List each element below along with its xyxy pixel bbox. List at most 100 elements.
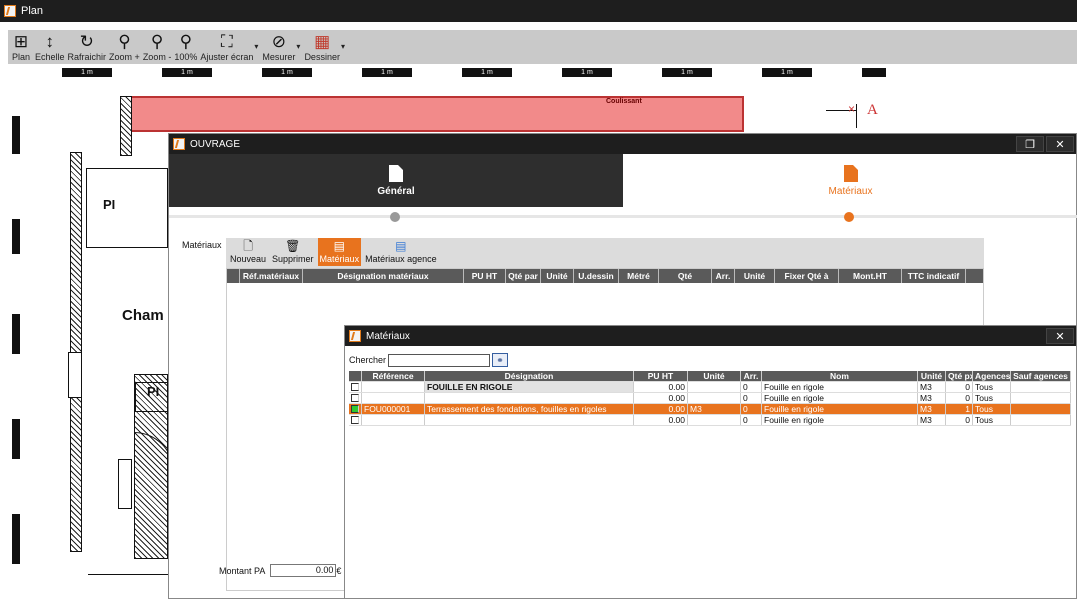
fit-screen-button[interactable]: ⛶ Ajuster écran [200,30,253,63]
ouvrage-titlebar: OUVRAGE ❐ ✕ [169,134,1076,154]
mesurer-button[interactable]: ⊘ Mesurer [262,30,295,63]
restore-button[interactable]: ❐ [1016,136,1044,152]
table-row[interactable]: 0.00 0 Fouille en rigole M3 0 Tous [349,393,1071,404]
grid-header-cell[interactable]: Unité [735,269,775,283]
table-row[interactable]: FOUILLE EN RIGOLE 0.00 0 Fouille en rigo… [349,382,1071,393]
row-select[interactable] [349,393,362,403]
popup-close-button[interactable]: ✕ [1046,328,1074,344]
grid-header-cell[interactable]: TTC indicatif [902,269,966,283]
montant-pa-field[interactable]: 0.00 [270,564,337,577]
dessiner-button[interactable]: ▦ Dessiner [304,30,340,63]
search-button[interactable]: ⚭ [492,353,509,367]
point-marker-label: A [867,102,878,118]
fit-screen-dropdown[interactable]: ▾ [254,42,258,51]
tab-materiaux[interactable]: Matériaux [623,154,1077,207]
rafraichir-button[interactable]: ↻ Rafraichir [68,30,107,63]
cote-line [856,104,857,128]
search-input[interactable] [388,353,491,367]
table-header-select [349,371,362,381]
row-select[interactable] [349,382,362,392]
ruler-segment: 1 m [362,68,412,77]
table-header-cell[interactable]: Désignation [425,371,634,381]
cell-reference [362,393,425,403]
tab-general[interactable]: Général [169,154,623,207]
refresh-icon: ↻ [79,31,94,51]
grid-header-select [227,269,240,283]
cell-sauf-agences [1011,404,1071,414]
cell-arr: 0 [741,393,762,403]
grid-header-cell[interactable]: Désignation matériaux [303,269,464,283]
materiaux-agence-button[interactable]: ▤ Matériaux agence [363,238,439,266]
zoom-100-button[interactable]: ⚲ 100% [174,30,197,63]
nouveau-label: Nouveau [230,254,267,264]
cell-pu-ht: 0.00 [634,404,688,414]
wall-segment [12,116,20,154]
grid-header-cell[interactable]: U.dessin [574,269,619,283]
grid-header-cell[interactable]: Métré [619,269,659,283]
plan-toolbar: ⊞ Plan ↕ Echelle ↻ Rafraichir ⚲ Zoom + ⚲… [8,30,1077,64]
cell-sauf-agences [1011,382,1071,392]
ouvrage-title: OUVRAGE [190,138,241,150]
zoom-in-button[interactable]: ⚲ Zoom + [109,30,140,63]
table-header-cell[interactable]: Unité [918,371,946,381]
app-title: Plan [21,5,44,17]
cell-unite: M3 [918,415,946,425]
montant-pa-label: Montant PA [219,565,266,576]
row-checkbox[interactable] [351,394,359,402]
grid-header-cell[interactable]: Qté par [506,269,541,283]
ruler-segment: 1 m [762,68,812,77]
plan-button[interactable]: ⊞ Plan [10,30,32,63]
cell-nom: Fouille en rigole [762,415,918,425]
table-header-cell[interactable]: Unité [688,371,741,381]
table-header-cell[interactable]: Agences [973,371,1011,381]
table-header-cell[interactable]: Arr. [741,371,762,381]
echelle-button[interactable]: ↕ Echelle [35,30,65,63]
popup-logo-icon [349,330,361,342]
dessiner-dropdown[interactable]: ▾ [341,42,345,51]
table-header-cell[interactable]: Nom [762,371,918,381]
plan-icon: ⊞ [13,31,29,51]
cell-unite [688,382,741,392]
grid-header-cell[interactable]: PU HT [464,269,506,283]
mesurer-dropdown[interactable]: ▾ [296,42,300,51]
supprimer-label: Supprimer [272,254,314,264]
table-row[interactable]: 0.00 0 Fouille en rigole M3 0 Tous [349,415,1071,426]
nouveau-button[interactable]: 🗋 Nouveau [228,238,268,266]
grid-header-cell[interactable]: Arr. [712,269,735,283]
materiaux-button-label: Matériaux [319,254,360,264]
table-header-cell[interactable]: PU HT [634,371,688,381]
row-checkbox[interactable] [351,416,359,424]
grid-header-cell[interactable]: Unité [541,269,574,283]
cell-designation: Terrassement des fondations, fouilles en… [425,404,634,414]
table-row-selected[interactable]: FOU000001 Terrassement des fondations, f… [349,404,1071,415]
bricks-icon: ▤ [395,239,407,253]
grid-header-cell[interactable]: Réf.matériaux [240,269,303,283]
zoom-out-button[interactable]: ⚲ Zoom - [143,30,172,63]
wall-segment [12,419,20,459]
close-icon: ✕ [1055,138,1065,151]
cell-unite [688,393,741,403]
ruler-segment: 1 m [162,68,212,77]
table-header-cell[interactable]: Sauf agences [1011,371,1071,381]
point-marker: × [848,102,856,116]
row-select[interactable] [349,415,362,425]
new-document-icon: 🗋 [243,239,253,253]
grid-header: Réf.matériaux Désignation matériaux PU H… [227,269,983,283]
row-checkbox-checked[interactable] [351,405,359,413]
cell-sauf-agences [1011,393,1071,403]
table-header-cell[interactable]: Qté px [946,371,973,381]
supprimer-button[interactable]: 🗑 Supprimer [270,238,316,266]
close-button[interactable]: ✕ [1046,136,1074,152]
materiaux-button[interactable]: ▤ Matériaux [317,238,362,266]
cell-unite [688,415,741,425]
cell-designation: FOUILLE EN RIGOLE [425,382,634,392]
cell-designation [425,415,634,425]
grid-header-cell[interactable]: Qté [659,269,712,283]
table-header-cell[interactable]: Référence [362,371,425,381]
row-checkbox[interactable] [351,383,359,391]
grid-header-cell[interactable]: Fixer Qté à [775,269,839,283]
highlighted-wall[interactable] [120,96,744,132]
row-select[interactable] [349,404,362,414]
grid-header-cell[interactable]: Mont.HT [839,269,902,283]
ruler-segment: 1 m [462,68,512,77]
